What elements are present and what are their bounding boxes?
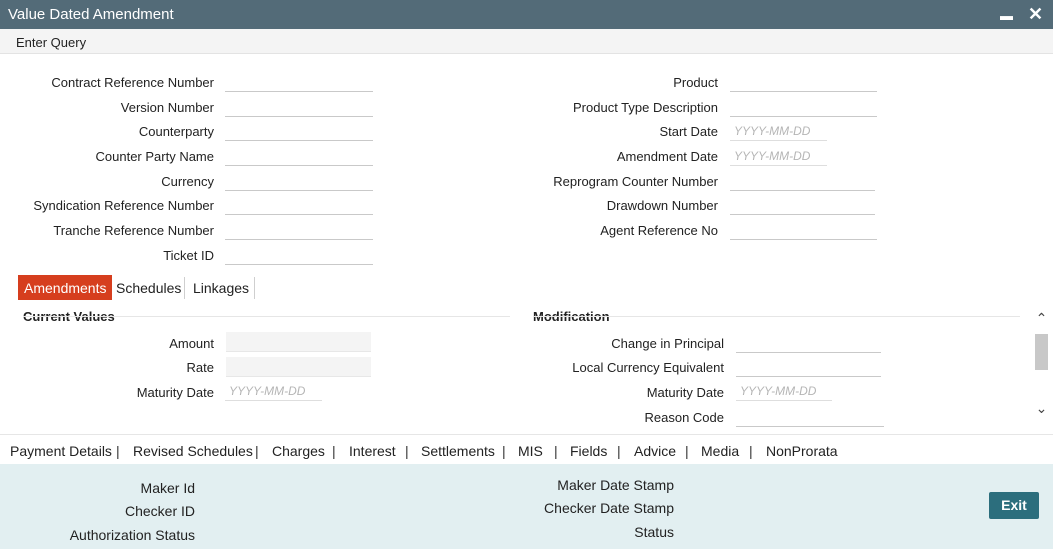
nonprorata-link[interactable]: NonProrata: [766, 443, 838, 459]
current-maturity-date-label: Maturity Date: [136, 385, 214, 400]
new-maturity-date-label: Maturity Date: [646, 385, 724, 400]
window-title: Value Dated Amendment: [8, 6, 174, 23]
ticket-id-field[interactable]: [225, 245, 373, 265]
ticket-id-label: Ticket ID: [163, 248, 214, 263]
contract-reference-number-label: Contract Reference Number: [51, 75, 214, 90]
interest-link[interactable]: Interest: [349, 443, 396, 459]
contract-reference-number-field[interactable]: [225, 72, 373, 92]
counter-party-name-label: Counter Party Name: [95, 149, 215, 164]
change-in-principal-field[interactable]: [736, 333, 881, 353]
mis-link[interactable]: MIS: [518, 443, 543, 459]
minimize-icon[interactable]: ▬: [1000, 5, 1013, 27]
status-label: Status: [634, 524, 674, 540]
drawdown-number-label: Drawdown Number: [606, 198, 718, 213]
tab-divider: [184, 277, 185, 299]
new-maturity-date-field[interactable]: YYYY-MM-DD: [736, 381, 832, 401]
modification-divider: [533, 316, 1020, 317]
current-rate-field: [226, 357, 371, 377]
scrollbar-thumb[interactable]: [1035, 334, 1048, 370]
charges-link[interactable]: Charges: [272, 443, 325, 459]
current-maturity-date-field: YYYY-MM-DD: [225, 381, 322, 401]
link-separator: |: [255, 443, 259, 459]
link-separator: |: [116, 443, 120, 459]
link-separator: |: [617, 443, 621, 459]
link-separator: |: [685, 443, 689, 459]
current-amount-field: [226, 332, 371, 352]
scroll-down-icon[interactable]: ⌄: [1033, 400, 1050, 417]
toolbar: Enter Query: [0, 29, 1053, 54]
link-separator: |: [749, 443, 753, 459]
media-link[interactable]: Media: [701, 443, 739, 459]
tab-amendments[interactable]: Amendments: [18, 275, 113, 300]
product-type-description-label: Product Type Description: [573, 100, 718, 115]
vertical-scrollbar[interactable]: ⌃ ⌄: [1033, 306, 1050, 428]
agent-reference-no-field[interactable]: [730, 220, 877, 240]
local-currency-equivalent-field[interactable]: [736, 357, 881, 377]
payment-details-link[interactable]: Payment Details: [10, 443, 112, 459]
counter-party-name-field[interactable]: [225, 146, 373, 166]
currency-field[interactable]: [225, 171, 373, 191]
reprogram-counter-number-label: Reprogram Counter Number: [553, 174, 718, 189]
close-icon[interactable]: ✕: [1028, 3, 1043, 25]
link-separator: |: [502, 443, 506, 459]
start-date-field[interactable]: YYYY-MM-DD: [730, 121, 827, 141]
checker-id-label: Checker ID: [124, 503, 195, 519]
current-values-divider: [23, 316, 510, 317]
tab-schedules[interactable]: Schedules: [110, 275, 187, 300]
drawdown-number-field[interactable]: [730, 195, 875, 215]
amendment-date-label: Amendment Date: [616, 149, 718, 164]
subsystem-links: Payment Details | Revised Schedules | Ch…: [0, 434, 1053, 464]
authorization-status-label: Authorization Status: [69, 527, 195, 543]
link-separator: |: [332, 443, 336, 459]
window-titlebar: Value Dated Amendment ▬ ✕: [0, 0, 1053, 29]
reason-code-label: Reason Code: [644, 410, 725, 425]
product-field[interactable]: [730, 72, 877, 92]
agent-reference-no-label: Agent Reference No: [600, 223, 718, 238]
tab-divider: [254, 277, 255, 299]
counterparty-label: Counterparty: [138, 124, 214, 139]
syndication-reference-number-label: Syndication Reference Number: [33, 198, 214, 213]
syndication-reference-number-field[interactable]: [225, 195, 373, 215]
maker-id-label: Maker Id: [140, 480, 195, 496]
revised-schedules-link[interactable]: Revised Schedules: [133, 443, 253, 459]
reason-code-field[interactable]: [736, 407, 884, 427]
link-separator: |: [554, 443, 558, 459]
version-number-label: Version Number: [120, 100, 214, 115]
current-amount-label: Amount: [169, 336, 214, 351]
product-label: Product: [673, 75, 718, 90]
start-date-label: Start Date: [659, 124, 718, 139]
tranche-reference-number-field[interactable]: [225, 220, 373, 240]
current-rate-label: Rate: [186, 360, 214, 375]
fields-link[interactable]: Fields: [570, 443, 607, 459]
checker-date-stamp-label: Checker Date Stamp: [544, 500, 674, 516]
counterparty-field[interactable]: [225, 121, 373, 141]
currency-label: Currency: [161, 174, 214, 189]
maker-date-stamp-label: Maker Date Stamp: [557, 477, 674, 493]
amendment-date-field[interactable]: YYYY-MM-DD: [730, 146, 827, 166]
advice-link[interactable]: Advice: [634, 443, 676, 459]
reprogram-counter-number-field[interactable]: [730, 171, 875, 191]
local-currency-equivalent-label: Local Currency Equivalent: [572, 360, 724, 375]
exit-button[interactable]: Exit: [989, 492, 1039, 519]
tranche-reference-number-label: Tranche Reference Number: [53, 223, 214, 238]
product-type-description-field[interactable]: [730, 97, 877, 117]
enter-query-button[interactable]: Enter Query: [16, 35, 86, 50]
scroll-up-icon[interactable]: ⌃: [1033, 310, 1050, 327]
link-separator: |: [405, 443, 409, 459]
version-number-field[interactable]: [225, 97, 373, 117]
audit-footer: Maker Id Checker ID Authorization Status…: [0, 464, 1053, 549]
change-in-principal-label: Change in Principal: [611, 336, 724, 351]
settlements-link[interactable]: Settlements: [421, 443, 495, 459]
tab-linkages[interactable]: Linkages: [187, 275, 255, 300]
